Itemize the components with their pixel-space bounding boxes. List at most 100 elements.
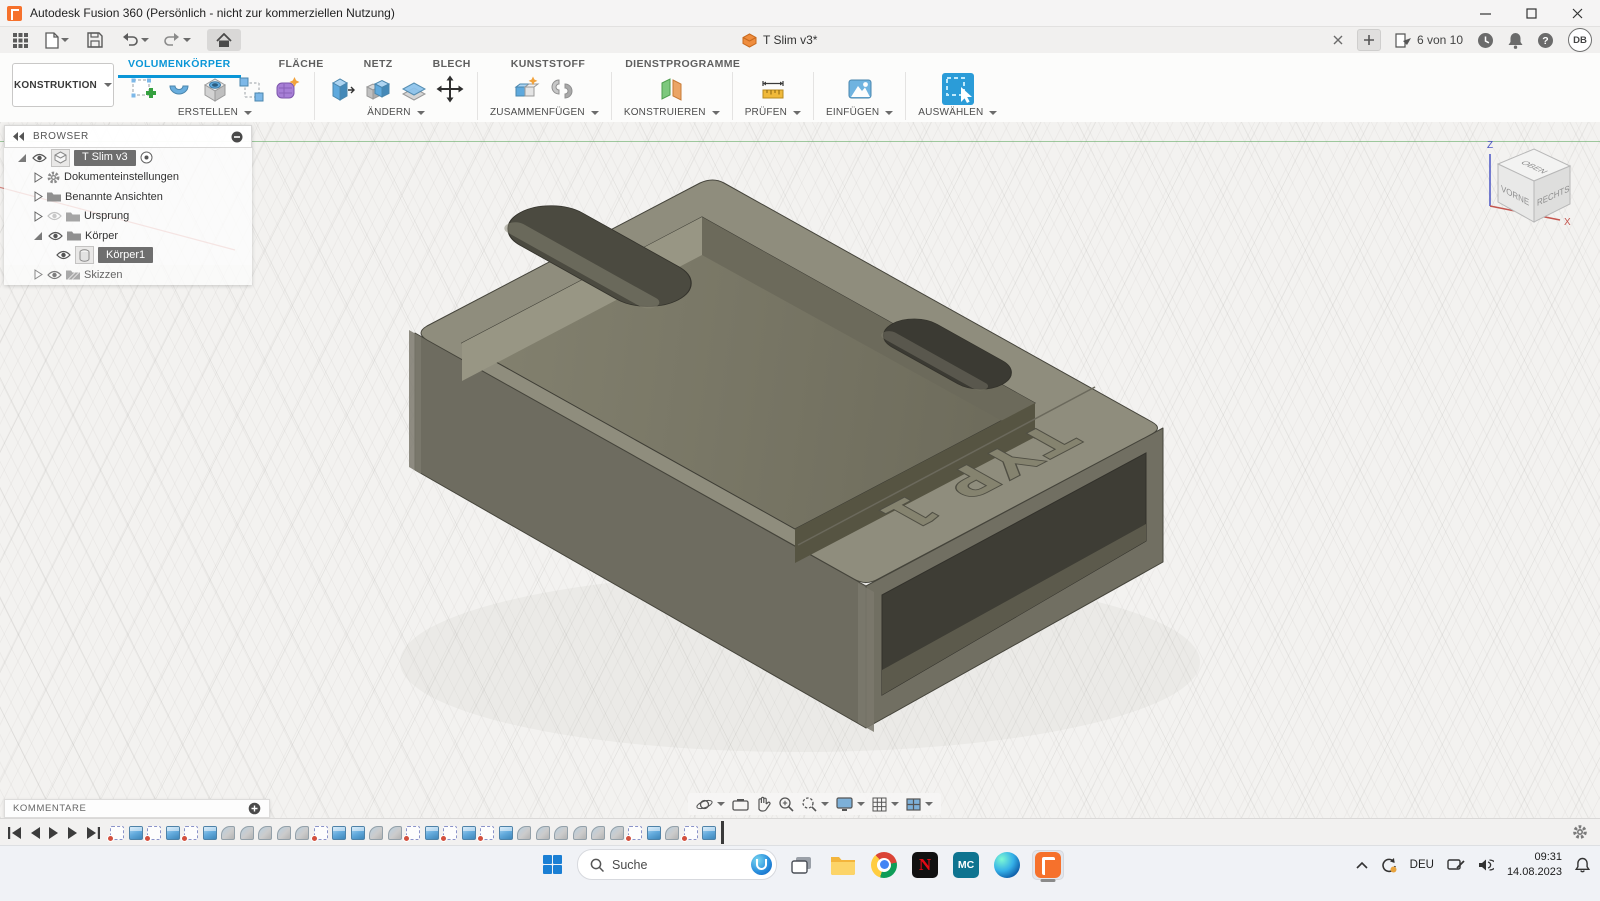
offset-face-icon[interactable] (399, 74, 429, 104)
joint-icon[interactable] (547, 74, 577, 104)
play-button[interactable] (49, 826, 59, 839)
pen-display-icon[interactable] (1447, 858, 1465, 872)
pan-tool[interactable] (756, 796, 771, 812)
insert-canvas-icon[interactable] (845, 74, 875, 104)
user-avatar[interactable]: DB (1568, 28, 1592, 52)
caret-collapsed-icon[interactable] (34, 191, 43, 203)
tray-notifications-icon[interactable] (1575, 857, 1590, 873)
new-component-icon[interactable] (511, 74, 541, 104)
recent-icon[interactable] (1477, 32, 1494, 49)
collapse-panel-icon[interactable] (13, 132, 25, 141)
edge-icon[interactable] (991, 850, 1023, 880)
sync-icon[interactable] (1381, 857, 1397, 873)
netflix-icon[interactable]: N (909, 850, 941, 880)
job-status[interactable]: 6 von 10 (1395, 32, 1463, 48)
group-label-konstruieren[interactable]: KONSTRUIEREN (624, 107, 720, 118)
orbit-tool[interactable] (696, 796, 725, 813)
timeline-feature-fillet[interactable] (276, 825, 291, 840)
save-button[interactable] (83, 29, 107, 51)
tree-row-document-settings[interactable]: Dokumenteinstellungen (4, 167, 252, 187)
create-form-icon[interactable] (272, 74, 302, 104)
eye-hidden-icon[interactable] (47, 211, 62, 221)
timeline-feature-sketch[interactable] (144, 825, 161, 842)
activate-radio-icon[interactable] (140, 151, 153, 164)
timeline-feature-sketch[interactable] (680, 825, 698, 842)
tree-row-sketches[interactable]: Skizzen (4, 265, 252, 285)
group-label-einfuegen[interactable]: EINFÜGEN (826, 107, 894, 118)
select-icon[interactable] (940, 71, 976, 107)
timeline-feature-fillet[interactable] (239, 825, 254, 840)
zoom-tool[interactable] (778, 796, 794, 812)
go-to-end-button[interactable] (87, 826, 100, 839)
panel-options-icon[interactable] (231, 131, 243, 143)
minimize-button[interactable] (1462, 0, 1508, 26)
help-icon[interactable]: ? (1537, 32, 1554, 49)
timeline-feature-fillet[interactable] (369, 825, 383, 840)
timeline-feature-sketch[interactable] (181, 825, 198, 842)
look-at-tool[interactable] (732, 798, 749, 811)
timeline-feature-fillet[interactable] (517, 825, 531, 840)
grid-settings-tool[interactable] (872, 797, 899, 812)
timeline-position-marker[interactable] (721, 821, 724, 844)
root-node-label[interactable]: T Slim v3 (74, 149, 136, 166)
eye-icon[interactable] (32, 153, 47, 163)
group-label-erstellen[interactable]: ERSTELLEN (178, 107, 253, 118)
timeline-feature-fillet[interactable] (572, 825, 587, 840)
display-settings-tool[interactable] (836, 796, 865, 812)
file-explorer-icon[interactable] (827, 850, 859, 880)
zoom-window-tool[interactable] (801, 796, 829, 812)
create-sketch-icon[interactable] (128, 74, 158, 104)
caret-expanded-icon[interactable] (18, 153, 26, 162)
caret-expanded-icon[interactable] (34, 231, 42, 240)
fusion-taskbar-icon[interactable] (1032, 849, 1064, 880)
viewcube[interactable]: Z X OBEN VORNE RECHTS (1468, 128, 1592, 238)
group-label-zusammenfuegen[interactable]: ZUSAMMENFÜGEN (490, 107, 599, 118)
tree-row-named-views[interactable]: Benannte Ansichten (4, 187, 252, 207)
tree-row-bodies[interactable]: Körper (4, 226, 252, 246)
timeline-feature-sketch[interactable] (403, 825, 420, 842)
comments-panel[interactable]: KOMMENTARE (4, 799, 270, 818)
timeline-feature-extrude[interactable] (128, 825, 143, 840)
timeline-feature-fillet[interactable] (665, 825, 679, 840)
caret-collapsed-icon[interactable] (34, 171, 43, 183)
group-label-aendern[interactable]: ÄNDERN (367, 107, 425, 118)
step-forward-button[interactable] (68, 826, 78, 839)
viewport-canvas[interactable]: TYP 1 BROWSER T Slim v3 Dokumenteinstell… (0, 122, 1600, 818)
timeline-feature-sketch[interactable] (477, 825, 494, 842)
move-icon[interactable] (435, 74, 465, 104)
tree-row-origin[interactable]: Ursprung (4, 206, 252, 226)
timeline-settings-gear-icon[interactable] (1572, 824, 1588, 840)
group-label-auswaehlen[interactable]: AUSWÄHLEN (918, 107, 998, 118)
tab-close-icon[interactable] (1333, 35, 1343, 45)
mediacenter-icon[interactable]: MC (950, 850, 982, 880)
task-view-button[interactable] (786, 850, 818, 880)
redo-button[interactable] (159, 29, 195, 51)
timeline-feature-extrude[interactable] (202, 825, 217, 840)
go-to-start-button[interactable] (8, 826, 21, 839)
add-comment-icon[interactable] (248, 802, 261, 815)
tray-expand-chevron[interactable] (1356, 861, 1368, 869)
app-grid-icon[interactable] (8, 29, 33, 51)
revolve-icon[interactable] (164, 74, 194, 104)
combine-icon[interactable] (363, 74, 393, 104)
eye-icon[interactable] (48, 231, 63, 241)
group-label-pruefen[interactable]: PRÜFEN (745, 107, 802, 118)
body1-label[interactable]: Körper1 (98, 247, 154, 264)
timeline-feature-extrude[interactable] (424, 825, 439, 840)
undo-button[interactable] (117, 29, 153, 51)
timeline-feature-sketch[interactable] (440, 825, 457, 842)
close-button[interactable] (1554, 0, 1600, 26)
document-tab[interactable]: T Slim v3* (742, 27, 817, 53)
construction-plane-icon[interactable] (657, 74, 687, 104)
timeline-feature-extrude[interactable] (461, 825, 476, 840)
home-view-button[interactable] (207, 29, 241, 51)
timeline-feature-fillet[interactable] (554, 825, 568, 840)
eye-icon[interactable] (56, 250, 71, 260)
timeline-feature-sketch[interactable] (310, 825, 328, 842)
language-indicator[interactable]: DEU (1410, 859, 1434, 871)
caret-collapsed-icon[interactable] (34, 269, 43, 281)
viewports-tool[interactable] (906, 797, 933, 811)
chrome-icon[interactable] (868, 850, 900, 880)
bing-chat-icon[interactable] (751, 854, 772, 875)
timeline-feature-fillet[interactable] (258, 825, 272, 840)
